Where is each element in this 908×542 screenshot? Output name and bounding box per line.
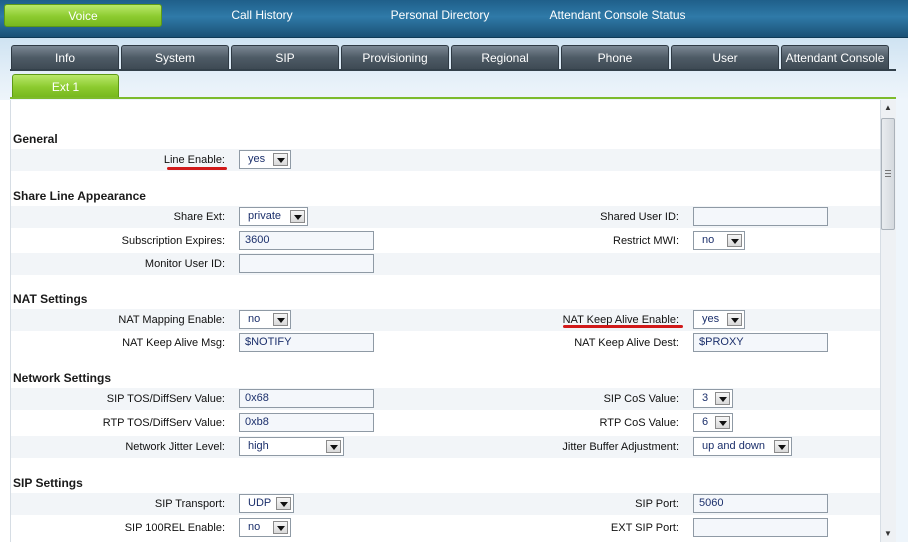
- nat-keep-alive-msg-label: NAT Keep Alive Msg:: [122, 337, 225, 349]
- chevron-down-icon: [715, 392, 730, 405]
- tab-info[interactable]: Info: [11, 45, 119, 69]
- chevron-down-icon: [774, 440, 789, 453]
- share-ext-value: private: [248, 210, 282, 222]
- shared-user-id-input[interactable]: [693, 207, 828, 226]
- chevron-down-icon: [273, 521, 288, 534]
- chevron-down-icon: [715, 416, 730, 429]
- ext-sip-port-label: EXT SIP Port:: [610, 522, 679, 534]
- topnav-attendant-console-status[interactable]: Attendant Console Status: [540, 4, 695, 27]
- tab-system[interactable]: System: [121, 45, 229, 69]
- section-title-sip: SIP Settings: [13, 476, 83, 490]
- nat-keep-alive-dest-input[interactable]: $PROXY: [693, 333, 828, 352]
- sip-transport-label: SIP Transport:: [154, 498, 225, 510]
- share-ext-select[interactable]: private: [239, 207, 308, 226]
- nat-keep-alive-dest-label: NAT Keep Alive Dest:: [574, 337, 679, 349]
- sip-100rel-enable-value: no: [248, 521, 261, 533]
- nat-mapping-enable-select[interactable]: no: [239, 310, 291, 329]
- line-enable-value: yes: [248, 153, 266, 165]
- topnav-personal-directory[interactable]: Personal Directory: [376, 4, 504, 27]
- tab-divider: [10, 69, 896, 71]
- nat-mapping-enable-value: no: [248, 313, 261, 325]
- subtab-divider: [10, 97, 896, 99]
- sip-cos-label: SIP CoS Value:: [603, 393, 679, 405]
- restrict-mwi-select[interactable]: no: [693, 231, 745, 250]
- rtp-tos-input[interactable]: 0xb8: [239, 413, 374, 432]
- grip-icon: [885, 170, 891, 177]
- sip-tos-input[interactable]: 0x68: [239, 389, 374, 408]
- jitter-buffer-adjustment-select[interactable]: up and down: [693, 437, 792, 456]
- subscription-expires-label: Subscription Expires:: [121, 235, 225, 247]
- rtp-cos-select[interactable]: 6: [693, 413, 733, 432]
- sip-port-label: SIP Port:: [635, 498, 679, 510]
- line-enable-select[interactable]: yes: [239, 150, 291, 169]
- chevron-down-icon: [326, 440, 341, 453]
- chevron-down-icon: [727, 234, 742, 247]
- sip-cos-select[interactable]: 3: [693, 389, 733, 408]
- tab-attendant-console[interactable]: Attendant Console: [781, 45, 889, 69]
- restrict-mwi-label: Restrict MWI:: [613, 235, 679, 247]
- nat-keep-alive-enable-value: yes: [702, 313, 720, 325]
- chevron-down-icon: [290, 210, 305, 223]
- nat-keep-alive-enable-select[interactable]: yes: [693, 310, 745, 329]
- network-jitter-level-value: high: [248, 440, 269, 452]
- triangle-up-icon[interactable]: ▲: [880, 101, 896, 115]
- subtab-ext-1[interactable]: Ext 1: [12, 74, 119, 98]
- shared-user-id-label: Shared User ID:: [600, 211, 679, 223]
- chevron-down-icon: [276, 497, 291, 510]
- monitor-user-id-input[interactable]: [239, 254, 374, 273]
- sip-100rel-enable-label: SIP 100REL Enable:: [124, 522, 225, 534]
- section-title-nat: NAT Settings: [13, 292, 88, 306]
- tab-sip[interactable]: SIP: [231, 45, 339, 69]
- sip-transport-value: UDP: [248, 497, 272, 509]
- right-margin: [896, 100, 908, 542]
- section-title-general: General: [13, 132, 58, 146]
- tab-provisioning[interactable]: Provisioning: [341, 45, 449, 69]
- top-navigation-bar: Voice Call History Personal Directory At…: [0, 0, 908, 38]
- rtp-tos-label: RTP TOS/DiffServ Value:: [102, 417, 225, 429]
- jitter-buffer-adjustment-value: up and down: [702, 440, 765, 452]
- share-ext-label: Share Ext:: [173, 211, 225, 223]
- tab-phone[interactable]: Phone: [561, 45, 669, 69]
- ext-sip-port-input[interactable]: [693, 518, 828, 537]
- restrict-mwi-value: no: [702, 234, 715, 246]
- annotation-underline: [167, 167, 227, 170]
- sip-100rel-enable-select[interactable]: no: [239, 518, 291, 537]
- section-title-network: Network Settings: [13, 371, 112, 385]
- rtp-cos-value: 6: [702, 416, 709, 428]
- chevron-down-icon: [273, 313, 288, 326]
- annotation-underline: [563, 325, 683, 328]
- triangle-down-icon[interactable]: ▼: [880, 527, 896, 541]
- section-title-share-line: Share Line Appearance: [13, 189, 146, 203]
- chevron-down-icon: [727, 313, 742, 326]
- monitor-user-id-label: Monitor User ID:: [144, 258, 225, 270]
- subscription-expires-input[interactable]: 3600: [239, 231, 374, 250]
- tab-user[interactable]: User: [671, 45, 779, 69]
- nat-keep-alive-msg-input[interactable]: $NOTIFY: [239, 333, 374, 352]
- chevron-down-icon: [273, 153, 288, 166]
- nat-mapping-enable-label: NAT Mapping Enable:: [118, 314, 225, 326]
- sip-tos-label: SIP TOS/DiffServ Value:: [106, 393, 225, 405]
- network-jitter-level-select[interactable]: high: [239, 437, 344, 456]
- topnav-voice[interactable]: Voice: [4, 4, 162, 27]
- rtp-cos-label: RTP CoS Value:: [599, 417, 680, 429]
- sip-transport-select[interactable]: UDP: [239, 494, 294, 513]
- sip-port-input[interactable]: 5060: [693, 494, 828, 513]
- network-jitter-level-label: Network Jitter Level:: [125, 441, 225, 453]
- sip-cos-value: 3: [702, 392, 709, 404]
- jitter-buffer-adjustment-label: Jitter Buffer Adjustment:: [562, 441, 679, 453]
- tab-regional[interactable]: Regional: [451, 45, 559, 69]
- settings-panel: General Line Enable: yes Share Line Appe…: [10, 100, 880, 542]
- topnav-call-history[interactable]: Call History: [206, 4, 318, 27]
